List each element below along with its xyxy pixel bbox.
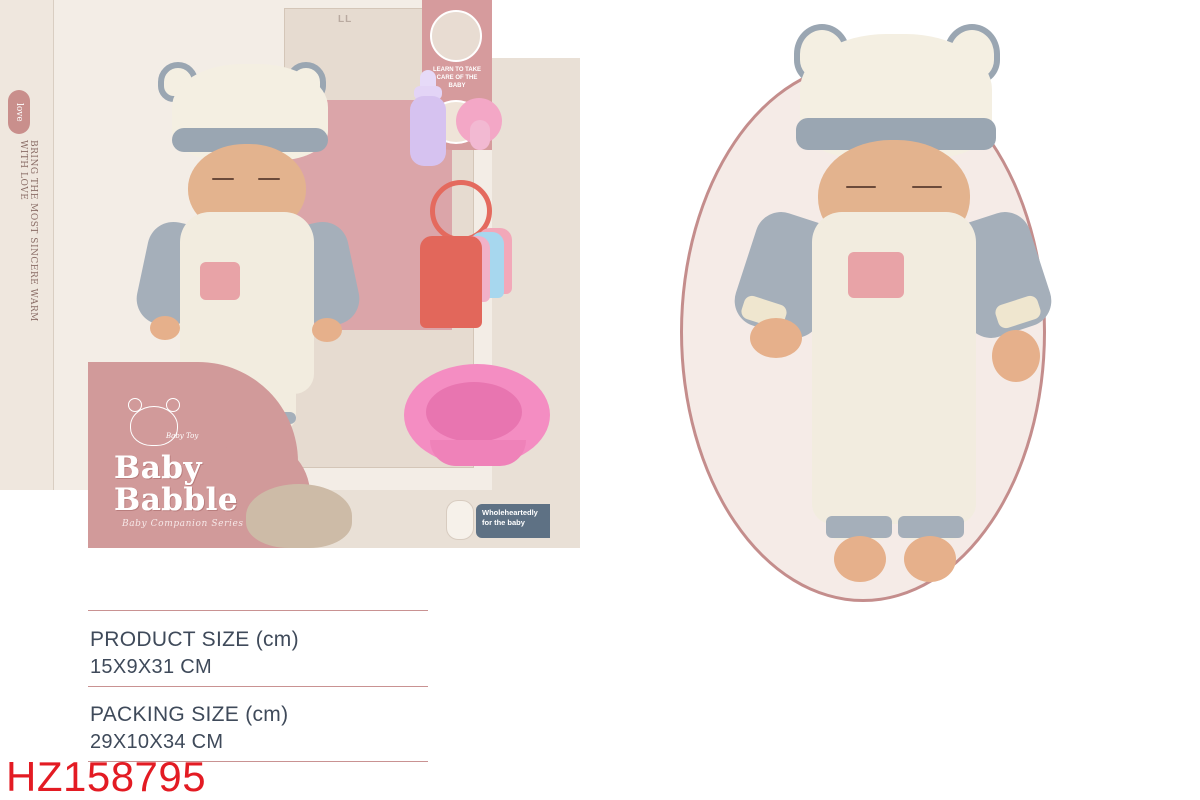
doll-eye-left: [846, 186, 876, 188]
doll-legcuff-right: [898, 516, 964, 538]
boxed-doll-eye-right: [258, 178, 280, 180]
brand-title: Baby Babble: [114, 452, 294, 516]
love-badge: love: [8, 90, 30, 134]
potty-bowl: [426, 382, 522, 442]
feeding-bottle: [410, 96, 446, 166]
doll-bear-pocket: [848, 252, 904, 298]
doll-eye-right: [912, 186, 942, 188]
item-code: HZ158795: [6, 753, 207, 800]
divider-middle: [88, 686, 428, 687]
boxed-doll-hand-left: [150, 316, 180, 340]
info-photo-baby: [430, 10, 482, 62]
tag-bear-icon: [446, 500, 474, 540]
teether-key-red: [420, 236, 482, 328]
boxed-doll-bear-pocket: [200, 262, 240, 300]
potty-base: [430, 440, 526, 466]
divider-top: [88, 610, 428, 611]
card-corner-text: LL: [338, 14, 353, 25]
product-size-value: 15X9X31 CM: [90, 656, 212, 678]
brand-title-line1: Baby: [114, 450, 202, 486]
brand-subtitle: Baby Companion Series: [122, 519, 244, 529]
boxed-doll-eye-left: [212, 178, 234, 180]
doll-legcuff-left: [826, 516, 892, 538]
doll-foot-right: [904, 536, 956, 582]
bear-icon: [130, 406, 178, 446]
boxed-doll-hand-right: [312, 318, 342, 342]
packing-size-label: PACKING SIZE (cm): [90, 703, 289, 726]
slogan-tag-text: Wholeheartedly for the baby: [482, 508, 538, 527]
doll-hand-left: [750, 318, 802, 358]
brand-signature: Baby Toy: [166, 432, 199, 440]
doll-hand-right: [992, 330, 1040, 382]
pacifier-shield: [470, 120, 490, 150]
box-side-text: BRING THE MOST SINCERE WARM WITH LOVE: [18, 140, 38, 322]
product-size-label: PRODUCT SIZE (cm): [90, 628, 299, 651]
packing-size-value: 29X10X34 CM: [90, 731, 224, 753]
brand-title-line2: Babble: [114, 482, 239, 518]
doll-foot-left: [834, 536, 886, 582]
